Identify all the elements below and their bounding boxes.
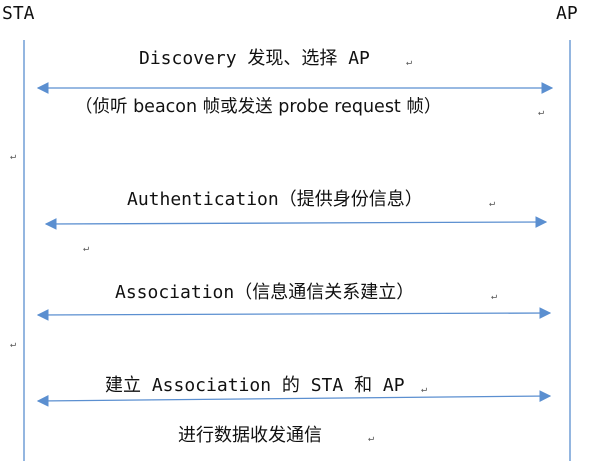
paragraph-mark: ↵ bbox=[10, 339, 17, 350]
authentication-arrow bbox=[44, 216, 548, 230]
data-communication-label: 建立 Association 的 STA 和 AP bbox=[105, 375, 405, 396]
data-communication-note: 进行数据收发通信 bbox=[178, 425, 322, 446]
association-label: Association（信息通信关系建立） bbox=[115, 282, 415, 303]
paragraph-mark: ↵ bbox=[406, 57, 413, 68]
authentication-label: Authentication（提供身份信息） bbox=[127, 189, 423, 210]
paragraph-mark: ↵ bbox=[83, 243, 90, 254]
sequence-diagram: STA AP Discovery 发现、选择 AP ↵ （侦听 beacon 帧… bbox=[0, 0, 594, 461]
paragraph-mark: ↵ bbox=[10, 151, 17, 162]
discovery-label: Discovery 发现、选择 AP bbox=[139, 48, 370, 69]
discovery-note: （侦听 beacon 帧或发送 probe request 帧） bbox=[75, 97, 442, 117]
paragraph-mark: ↵ bbox=[489, 198, 496, 209]
paragraph-mark: ↵ bbox=[491, 291, 498, 302]
paragraph-mark: ↵ bbox=[368, 433, 375, 444]
association-arrow bbox=[36, 307, 552, 321]
ap-actor-label: AP bbox=[556, 3, 578, 24]
paragraph-mark: ↵ bbox=[421, 384, 428, 395]
sta-actor-label: STA bbox=[2, 3, 35, 24]
paragraph-mark: ↵ bbox=[538, 107, 545, 118]
